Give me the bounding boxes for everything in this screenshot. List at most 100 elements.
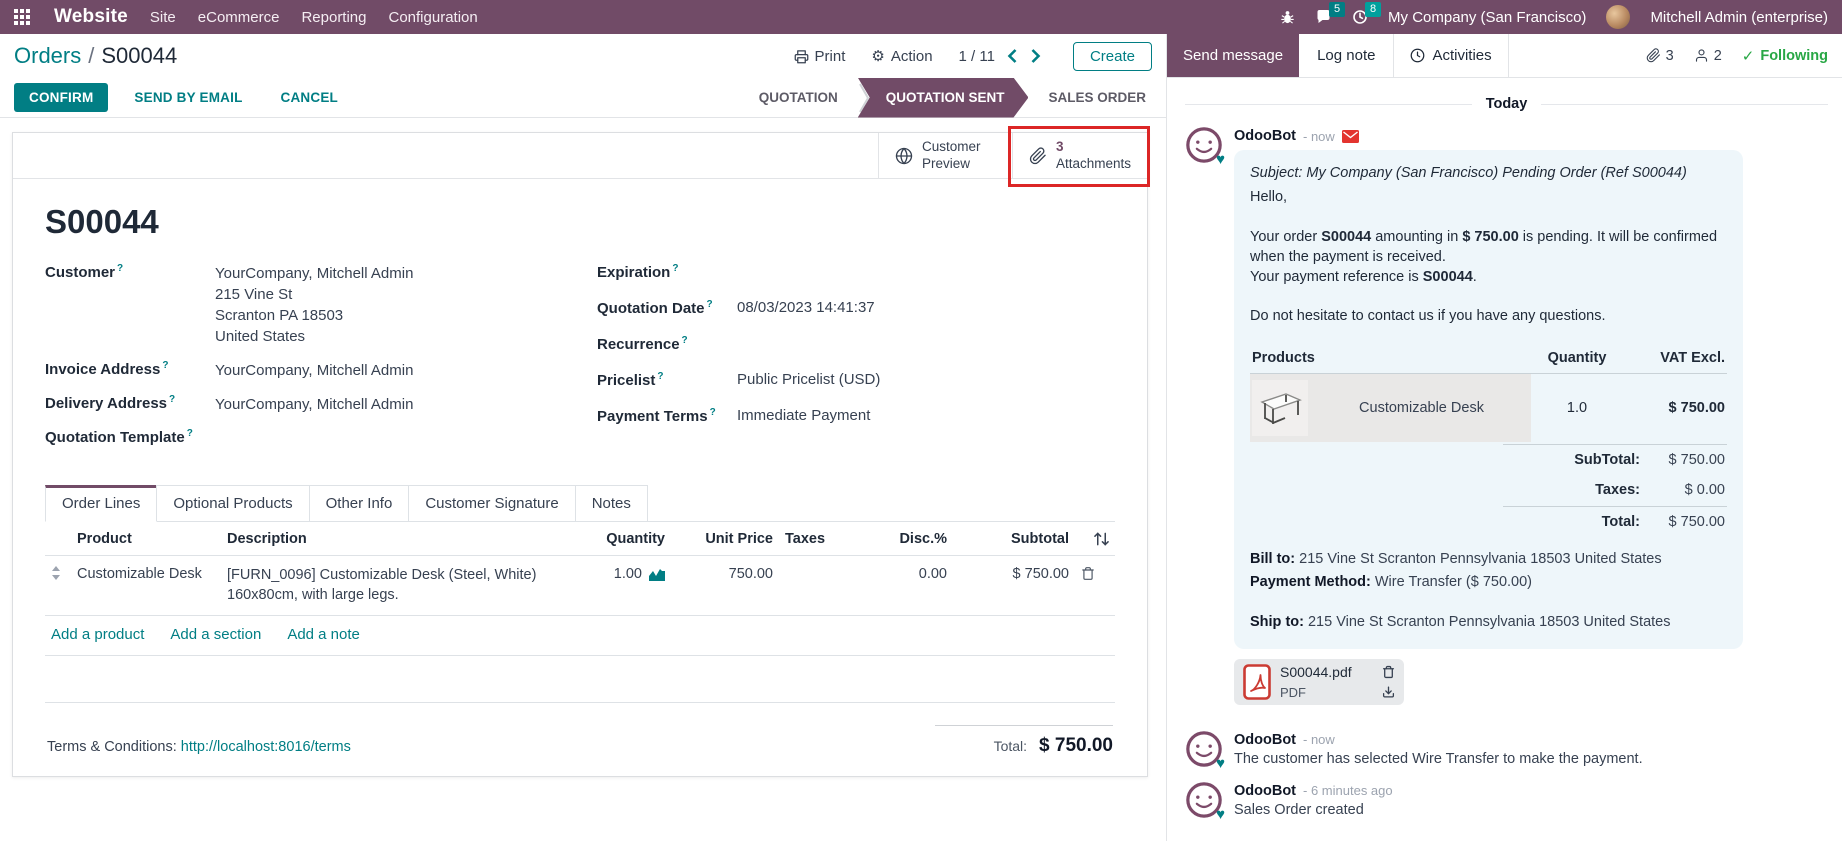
msg-total-label: Total:: [1602, 512, 1640, 532]
pager-next-icon[interactable]: [1030, 49, 1041, 63]
field-payment-terms[interactable]: Payment Terms? Immediate Payment: [597, 407, 1115, 428]
heart-icon: ♥: [1216, 807, 1225, 822]
field-pricelist[interactable]: Pricelist? Public Pricelist (USD): [597, 371, 1115, 392]
confirm-button[interactable]: CONFIRM: [14, 83, 108, 112]
download-attachment-icon[interactable]: [1382, 685, 1395, 699]
activities-badge: 8: [1365, 2, 1381, 17]
print-button[interactable]: Print: [794, 48, 846, 65]
header-taxes[interactable]: Taxes: [779, 522, 845, 556]
terms-link[interactable]: http://localhost:8016/terms: [181, 739, 351, 755]
tab-order-lines[interactable]: Order Lines: [45, 485, 157, 522]
action-label: Action: [891, 48, 933, 65]
header-unit-price[interactable]: Unit Price: [671, 522, 779, 556]
action-button[interactable]: ⚙ Action: [871, 48, 932, 65]
user-menu[interactable]: Mitchell Admin (enterprise): [1650, 9, 1828, 26]
tab-notes[interactable]: Notes: [575, 485, 648, 521]
help-marker: ?: [672, 263, 678, 274]
payment-terms-value[interactable]: Immediate Payment: [737, 407, 870, 428]
followers-count: 2: [1714, 48, 1722, 64]
form-view-area: Orders / S00044 Print ⚙ Action 1 / 11 Cr…: [0, 34, 1166, 841]
menu-site[interactable]: Site: [150, 9, 176, 26]
header-product[interactable]: Product: [71, 522, 221, 556]
quotation-date-value[interactable]: 08/03/2023 14:41:37: [737, 299, 875, 320]
debug-bug-icon[interactable]: [1280, 10, 1295, 25]
log-note-button[interactable]: Log note: [1299, 34, 1393, 77]
order-line-row[interactable]: Customizable Desk [FURN_0096] Customizab…: [45, 556, 1115, 616]
send-message-button[interactable]: Send message: [1167, 34, 1299, 77]
field-invoice-address[interactable]: Invoice Address? YourCompany, Mitchell A…: [45, 360, 597, 381]
customer-name[interactable]: YourCompany, Mitchell Admin: [215, 265, 413, 282]
field-recurrence[interactable]: Recurrence?: [597, 335, 1115, 356]
printer-icon: [794, 49, 809, 64]
cancel-button[interactable]: CANCEL: [269, 83, 350, 112]
field-quotation-date[interactable]: Quotation Date? 08/03/2023 14:41:37: [597, 299, 1115, 320]
field-quotation-template[interactable]: Quotation Template?: [45, 428, 597, 446]
attachments-button[interactable]: 3 Attachments: [1012, 133, 1147, 178]
check-icon: ✓: [1742, 47, 1755, 65]
message-author[interactable]: OdooBot: [1234, 128, 1296, 144]
apps-grid-icon[interactable]: [14, 9, 30, 25]
followers-button[interactable]: 2: [1694, 48, 1722, 64]
pricelist-value[interactable]: Public Pricelist (USD): [737, 371, 880, 392]
menu-configuration[interactable]: Configuration: [389, 9, 478, 26]
header-subtotal[interactable]: Subtotal: [1011, 531, 1069, 547]
stage-quotation-sent[interactable]: QUOTATION SENT: [858, 78, 1029, 118]
create-button[interactable]: Create: [1073, 42, 1152, 71]
odoobot-avatar: ♥: [1185, 730, 1223, 768]
field-customer[interactable]: Customer? YourCompany, Mitchell Admin 21…: [45, 263, 597, 347]
optional-columns-icon[interactable]: [1094, 532, 1109, 546]
app-name[interactable]: Website: [54, 6, 128, 28]
invoice-address-value[interactable]: YourCompany, Mitchell Admin: [215, 360, 413, 381]
customer-preview-button[interactable]: Customer Preview: [878, 133, 1012, 178]
messages-icon[interactable]: 5: [1315, 9, 1332, 25]
drag-handle-icon[interactable]: [51, 566, 61, 580]
stage-sales-order[interactable]: SALES ORDER: [1028, 78, 1166, 118]
message-author[interactable]: OdooBot: [1234, 783, 1296, 799]
cell-taxes: [779, 556, 845, 616]
header-quantity[interactable]: Quantity: [543, 522, 671, 556]
odoobot-avatar: ♥: [1185, 781, 1223, 819]
activities-clock-icon[interactable]: 8: [1352, 9, 1368, 25]
field-expiration[interactable]: Expiration?: [597, 263, 1115, 284]
customer-city: Scranton PA 18503: [215, 307, 343, 324]
add-a-note-link[interactable]: Add a note: [287, 626, 360, 643]
help-marker: ?: [117, 263, 123, 274]
pager-previous-icon[interactable]: [1007, 49, 1018, 63]
company-switcher[interactable]: My Company (San Francisco): [1388, 9, 1586, 26]
activities-button[interactable]: Activities: [1394, 34, 1507, 77]
tab-optional-products[interactable]: Optional Products: [156, 485, 309, 521]
breadcrumb-orders[interactable]: Orders: [14, 43, 81, 69]
quotation-date-label: Quotation Date: [597, 300, 705, 317]
menu-ecommerce[interactable]: eCommerce: [198, 9, 280, 26]
attachment-card[interactable]: S00044.pdf PDF: [1234, 659, 1404, 705]
chatter-attachments-count: 3: [1666, 48, 1674, 64]
delivery-address-value[interactable]: YourCompany, Mitchell Admin: [215, 394, 413, 415]
send-by-email-button[interactable]: SEND BY EMAIL: [122, 83, 254, 112]
user-avatar[interactable]: [1606, 5, 1630, 29]
chatter-attachments-button[interactable]: 3: [1646, 48, 1674, 64]
header-disc[interactable]: Disc.%: [845, 522, 953, 556]
message-pending-order: ♥ OdooBot - now Subject: My Company (San…: [1185, 126, 1828, 717]
msg-product-amount: $ 750.00: [1623, 374, 1727, 443]
msg-subtotal-value: $ 750.00: [1653, 450, 1725, 470]
attachment-filename[interactable]: S00044.pdf: [1280, 664, 1352, 680]
tab-other-info[interactable]: Other Info: [309, 485, 410, 521]
delete-line-icon[interactable]: [1081, 566, 1095, 581]
message-author[interactable]: OdooBot: [1234, 732, 1296, 748]
email-icon[interactable]: [1342, 130, 1359, 143]
cell-subtotal: $ 750.00: [953, 556, 1075, 616]
following-button[interactable]: ✓ Following: [1742, 47, 1828, 65]
stage-quotation[interactable]: QUOTATION: [739, 78, 858, 118]
cell-product: Customizable Desk: [71, 556, 221, 616]
menu-reporting[interactable]: Reporting: [301, 9, 366, 26]
message-text: The customer has selected Wire Transfer …: [1234, 751, 1828, 767]
order-lines-table: Product Description Quantity Unit Price …: [45, 522, 1115, 616]
header-description[interactable]: Description: [221, 522, 543, 556]
add-a-section-link[interactable]: Add a section: [170, 626, 261, 643]
delete-attachment-icon[interactable]: [1382, 665, 1395, 679]
add-a-product-link[interactable]: Add a product: [51, 626, 144, 643]
tab-customer-signature[interactable]: Customer Signature: [408, 485, 575, 521]
field-delivery-address[interactable]: Delivery Address? YourCompany, Mitchell …: [45, 394, 597, 415]
forecast-chart-icon[interactable]: [649, 568, 665, 581]
cell-description: [FURN_0096] Customizable Desk (Steel, Wh…: [227, 566, 537, 605]
